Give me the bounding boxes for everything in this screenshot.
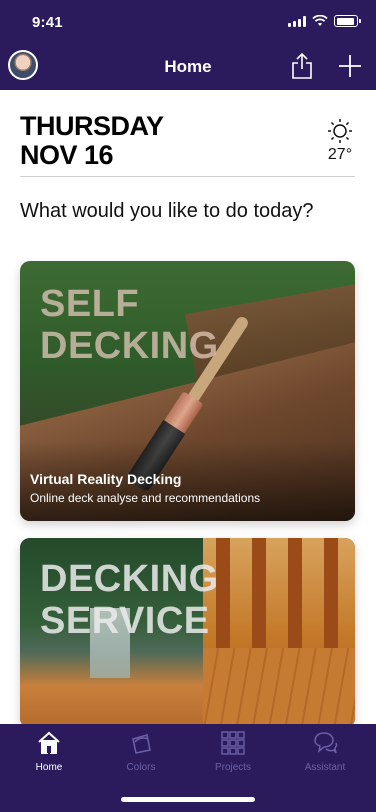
status-time: 9:41 <box>32 14 63 31</box>
tab-projects[interactable]: Projects <box>198 730 268 773</box>
tab-colors[interactable]: Colors <box>106 730 176 773</box>
home-indicator <box>121 797 255 802</box>
day-name: THURSDAY <box>20 111 164 141</box>
date-section: THURSDAY NOV 16 27° <box>20 112 355 170</box>
date-label: NOV 16 <box>20 140 114 170</box>
page-title: Home <box>164 57 212 76</box>
tab-label: Projects <box>214 762 252 773</box>
self-decking-card[interactable]: SELF DECKING Virtual Reality Decking Onl… <box>20 261 355 521</box>
chat-bubbles-icon <box>314 732 338 754</box>
wifi-icon <box>312 15 328 26</box>
tab-home[interactable]: Home <box>14 730 84 773</box>
top-bar: 9:41 Home <box>0 0 376 90</box>
card-caption: Virtual Reality Decking Online deck anal… <box>30 471 260 505</box>
battery-icon <box>334 15 361 27</box>
grid-icon <box>221 731 245 755</box>
divider <box>20 176 355 177</box>
temperature: 27° <box>327 146 353 163</box>
share-icon[interactable] <box>290 52 314 80</box>
card-title: Virtual Reality Decking <box>30 471 182 487</box>
nav-bar: Home <box>0 44 376 90</box>
home-icon <box>38 731 60 754</box>
weather-widget: 27° <box>327 118 353 164</box>
decking-service-card[interactable]: DECKING SERVICE <box>20 538 355 728</box>
tab-assistant[interactable]: Assistant <box>290 730 360 773</box>
status-bar: 9:41 <box>0 0 376 44</box>
tab-label: Home <box>35 762 63 773</box>
status-icons <box>288 15 361 27</box>
tab-label: Assistant <box>304 762 346 773</box>
card-description: Online deck analyse and recommendations <box>30 491 261 505</box>
card-overlay-title: DECKING SERVICE <box>40 558 219 642</box>
tab-label: Colors <box>126 762 156 773</box>
cellular-signal-icon <box>288 15 306 27</box>
sun-icon <box>328 119 352 143</box>
add-icon[interactable] <box>336 52 364 80</box>
prompt-text: What would you like to do today? <box>20 200 314 222</box>
card-overlay-title: SELF DECKING <box>40 283 219 367</box>
paint-bucket-icon <box>132 734 151 754</box>
